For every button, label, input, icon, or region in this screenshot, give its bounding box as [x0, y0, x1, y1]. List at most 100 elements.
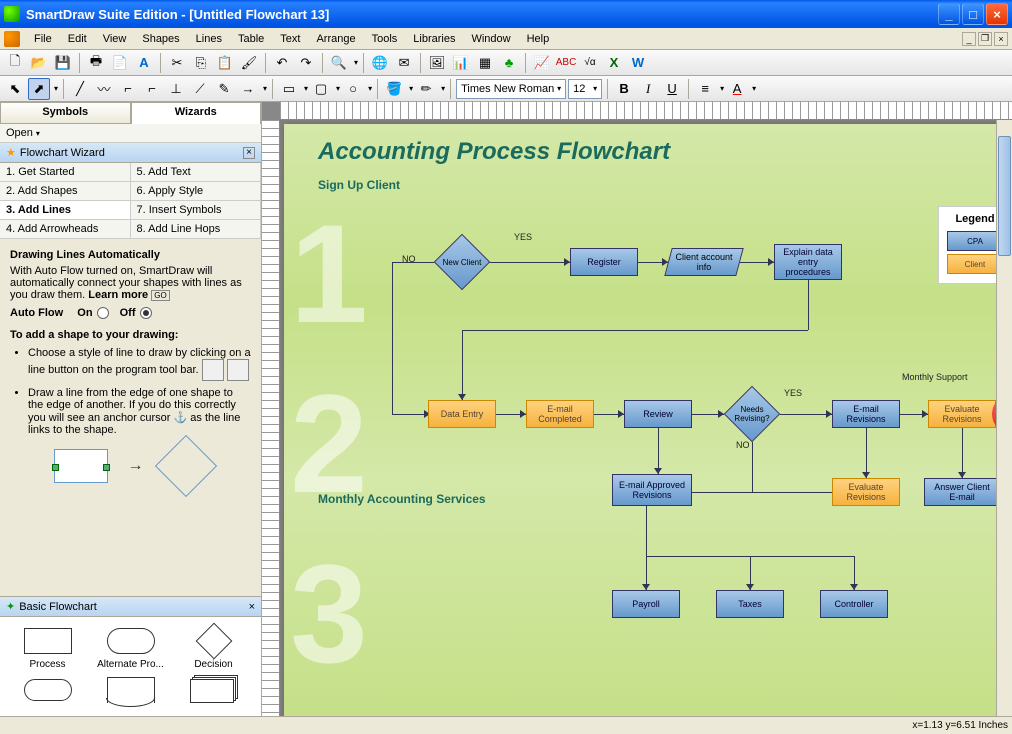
page-setup-button[interactable]: 📄 [109, 52, 131, 74]
arrow-tool[interactable]: → [237, 78, 259, 100]
new-button[interactable]: 🗋 [4, 52, 26, 74]
open-button[interactable]: 📂 [28, 52, 50, 74]
menu-file[interactable]: File [26, 31, 60, 47]
tab-wizards[interactable]: Wizards [131, 102, 262, 124]
shape-client-info[interactable]: Client account info [664, 248, 744, 276]
print-button[interactable]: 🖶 [85, 52, 107, 74]
section-1-label[interactable]: Sign Up Client [284, 178, 1012, 192]
line-color-button[interactable]: ✏ [415, 78, 437, 100]
zoom-dropdown[interactable]: ▾ [354, 58, 358, 67]
insert-picture-button[interactable]: 🖼 [426, 52, 448, 74]
insert-table-button[interactable]: ▦ [474, 52, 496, 74]
insert-chart-button[interactable]: 📊 [450, 52, 472, 74]
bold-button[interactable]: B [613, 78, 635, 100]
vertical-ruler[interactable] [262, 120, 280, 716]
palette-process[interactable]: Process [8, 625, 87, 670]
align-button[interactable]: ≡ [694, 78, 716, 100]
text-color-button[interactable]: A [726, 78, 748, 100]
font-size-combo[interactable]: 12▾ [568, 79, 602, 99]
autoflow-tool[interactable]: ⬈ [28, 78, 50, 100]
menu-lines[interactable]: Lines [188, 31, 230, 47]
go-button[interactable]: GO [151, 290, 169, 301]
connector-tool[interactable]: ⌐ [117, 78, 139, 100]
rectangle-tool[interactable]: ▭ [278, 78, 300, 100]
menu-table[interactable]: Table [230, 31, 272, 47]
copy-button[interactable]: ⎘ [190, 52, 212, 74]
zoom-button[interactable]: 🔍 [328, 52, 350, 74]
mdi-minimize-button[interactable]: _ [962, 32, 976, 46]
palette-alternate-process[interactable]: Alternate Pro... [91, 625, 170, 670]
palette-decision[interactable]: Decision [174, 625, 253, 670]
tree-tool[interactable]: ⊥ [165, 78, 187, 100]
autoflow-dropdown[interactable]: ▾ [54, 84, 58, 93]
shape-register[interactable]: Register [570, 248, 638, 276]
wizard-step-2[interactable]: 2. Add Shapes [0, 182, 131, 201]
pointer-tool[interactable]: ⬉ [4, 78, 26, 100]
undo-button[interactable]: ↶ [271, 52, 293, 74]
autoflow-off-radio[interactable] [140, 307, 152, 319]
cut-button[interactable]: ✂ [166, 52, 188, 74]
line-style-button-1[interactable] [202, 359, 224, 381]
insert-symbol-button[interactable]: ♣ [498, 52, 520, 74]
menu-edit[interactable]: Edit [60, 31, 95, 47]
window-minimize-button[interactable]: _ [938, 3, 960, 25]
autoflow-on-radio[interactable] [97, 307, 109, 319]
window-maximize-button[interactable]: □ [962, 3, 984, 25]
text-tool-button[interactable]: A [133, 52, 155, 74]
mdi-restore-button[interactable]: ❐ [978, 32, 992, 46]
section-2-label[interactable]: Monthly Accounting Services [284, 492, 486, 506]
menu-shapes[interactable]: Shapes [134, 31, 187, 47]
chart-wizard-button[interactable]: 📈 [531, 52, 553, 74]
font-combo[interactable]: Times New Roman▾ [456, 79, 566, 99]
elbow-tool[interactable]: ⌐ [141, 78, 163, 100]
open-dropdown[interactable]: Open ▾ [0, 124, 261, 143]
rounded-rect-tool[interactable]: ▢ [310, 78, 332, 100]
shape-new-client[interactable]: New Client [434, 234, 490, 290]
palette-multi-document[interactable] [174, 674, 253, 708]
format-painter-button[interactable]: 🖌 [238, 52, 260, 74]
menu-window[interactable]: Window [463, 31, 518, 47]
shape-evaluate-revisions2[interactable]: Evaluate Revisions [832, 478, 900, 506]
export-excel-button[interactable]: X [603, 52, 625, 74]
document-page[interactable]: Accounting Process Flowchart Sign Up Cli… [284, 124, 1012, 716]
shape-email-approved[interactable]: E-mail Approved Revisions [612, 474, 692, 506]
shape-email-revisions[interactable]: E-mail Revisions [832, 400, 900, 428]
arrow-dropdown[interactable]: ▾ [263, 84, 267, 93]
menu-text[interactable]: Text [272, 31, 308, 47]
wizard-close-button[interactable]: × [243, 147, 255, 159]
freehand-tool[interactable]: ✎ [213, 78, 235, 100]
menu-view[interactable]: View [95, 31, 135, 47]
window-close-button[interactable]: × [986, 3, 1008, 25]
paste-button[interactable]: 📋 [214, 52, 236, 74]
palette-close-button[interactable]: × [249, 601, 255, 613]
menu-libraries[interactable]: Libraries [405, 31, 463, 47]
wizard-step-1[interactable]: 1. Get Started [0, 163, 131, 182]
polyline-tool[interactable]: ⟋ [189, 78, 211, 100]
tab-symbols[interactable]: Symbols [0, 102, 131, 124]
menu-arrange[interactable]: Arrange [308, 31, 363, 47]
shape-email-completed[interactable]: E-mail Completed [526, 400, 594, 428]
hyperlink-button[interactable]: 🌐 [369, 52, 391, 74]
formula-button[interactable]: √α [579, 52, 601, 74]
export-word-button[interactable]: W [627, 52, 649, 74]
menu-tools[interactable]: Tools [364, 31, 406, 47]
wizard-step-5[interactable]: 5. Add Text [131, 163, 262, 182]
drawing-canvas[interactable]: Accounting Process Flowchart Sign Up Cli… [280, 120, 1012, 716]
wizard-step-4[interactable]: 4. Add Arrowheads [0, 220, 131, 239]
wizard-step-7[interactable]: 7. Insert Symbols [131, 201, 262, 220]
mdi-close-button[interactable]: × [994, 32, 1008, 46]
line-style-button-2[interactable] [227, 359, 249, 381]
shape-explain[interactable]: Explain data entry procedures [774, 244, 842, 280]
shape-review[interactable]: Review [624, 400, 692, 428]
curve-tool[interactable]: 〰 [93, 78, 115, 100]
underline-button[interactable]: U [661, 78, 683, 100]
fill-color-button[interactable]: 🪣 [383, 78, 405, 100]
vertical-scrollbar[interactable] [996, 120, 1012, 716]
shape-taxes[interactable]: Taxes [716, 590, 784, 618]
shape-needs-revising[interactable]: Needs Revising? [724, 386, 780, 442]
palette-document[interactable] [91, 674, 170, 708]
wizard-step-3[interactable]: 3. Add Lines [0, 201, 131, 220]
shape-evaluate-revisions[interactable]: Evaluate Revisions [928, 400, 996, 428]
shape-payroll[interactable]: Payroll [612, 590, 680, 618]
shape-answer-email[interactable]: Answer Client E-mail [924, 478, 1000, 506]
